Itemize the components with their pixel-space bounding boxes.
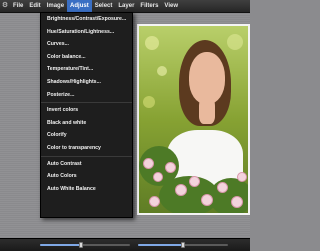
background-bokeh xyxy=(157,66,167,76)
menu-item-brightness-contrast-exposure[interactable]: Brightness/Contrast/Exposure... xyxy=(41,13,132,26)
menu-item-auto-white-balance[interactable]: Auto White Balance xyxy=(41,183,132,196)
adjust-dropdown-menu: Brightness/Contrast/Exposure... Hue/Satu… xyxy=(40,12,133,218)
menu-select[interactable]: Select xyxy=(92,0,116,12)
menu-item-colorify[interactable]: Colorify xyxy=(41,129,132,142)
menu-item-temperature-tint[interactable]: Temperature/Tint... xyxy=(41,63,132,76)
subject-face xyxy=(189,52,225,104)
menu-item-posterize[interactable]: Posterize... xyxy=(41,89,132,102)
zoom-slider[interactable] xyxy=(40,242,130,248)
menu-image[interactable]: Image xyxy=(44,0,67,12)
menu-view[interactable]: View xyxy=(161,0,181,12)
flower xyxy=(201,194,213,206)
menu-item-color-to-transparency[interactable]: Color to transparency xyxy=(41,142,132,155)
flower xyxy=(165,162,176,173)
menu-separator xyxy=(41,155,132,157)
background-bokeh xyxy=(145,36,159,50)
foliage xyxy=(209,178,248,213)
flower xyxy=(153,172,163,182)
slider-knob[interactable] xyxy=(181,242,185,248)
photo-canvas[interactable] xyxy=(137,24,250,215)
background-bokeh xyxy=(143,96,155,108)
subject-neck xyxy=(199,98,215,124)
menu-item-auto-contrast[interactable]: Auto Contrast xyxy=(41,158,132,171)
flower xyxy=(149,196,160,207)
menu-separator xyxy=(41,102,132,104)
menu-edit[interactable]: Edit xyxy=(26,0,43,12)
opacity-slider[interactable] xyxy=(138,242,228,248)
flower xyxy=(231,196,243,208)
flower xyxy=(237,172,247,182)
menu-item-color-balance[interactable]: Color balance... xyxy=(41,51,132,64)
bottom-toolbar xyxy=(0,238,250,251)
menu-item-hue-saturation-lightness[interactable]: Hue/Saturation/Lightness... xyxy=(41,26,132,39)
menu-filters[interactable]: Filters xyxy=(137,0,161,12)
flower xyxy=(189,176,200,187)
flower xyxy=(143,158,154,169)
slider-fill xyxy=(40,244,81,246)
flower xyxy=(175,184,187,196)
gear-icon[interactable]: ⚙ xyxy=(0,0,10,12)
menu-item-curves[interactable]: Curves... xyxy=(41,38,132,51)
slider-fill xyxy=(138,244,183,246)
menu-item-black-and-white[interactable]: Black and white xyxy=(41,117,132,130)
menu-adjust[interactable]: Adjust xyxy=(67,0,92,12)
menu-item-invert-colors[interactable]: Invert colors xyxy=(41,104,132,117)
flower xyxy=(217,182,228,193)
menu-item-shadows-highlights[interactable]: Shadows/Highlights... xyxy=(41,76,132,89)
menu-file[interactable]: File xyxy=(10,0,26,12)
background-bokeh xyxy=(227,34,243,50)
slider-knob[interactable] xyxy=(78,242,83,248)
menu-layer[interactable]: Layer xyxy=(115,0,137,12)
menu-item-auto-colors[interactable]: Auto Colors xyxy=(41,170,132,183)
